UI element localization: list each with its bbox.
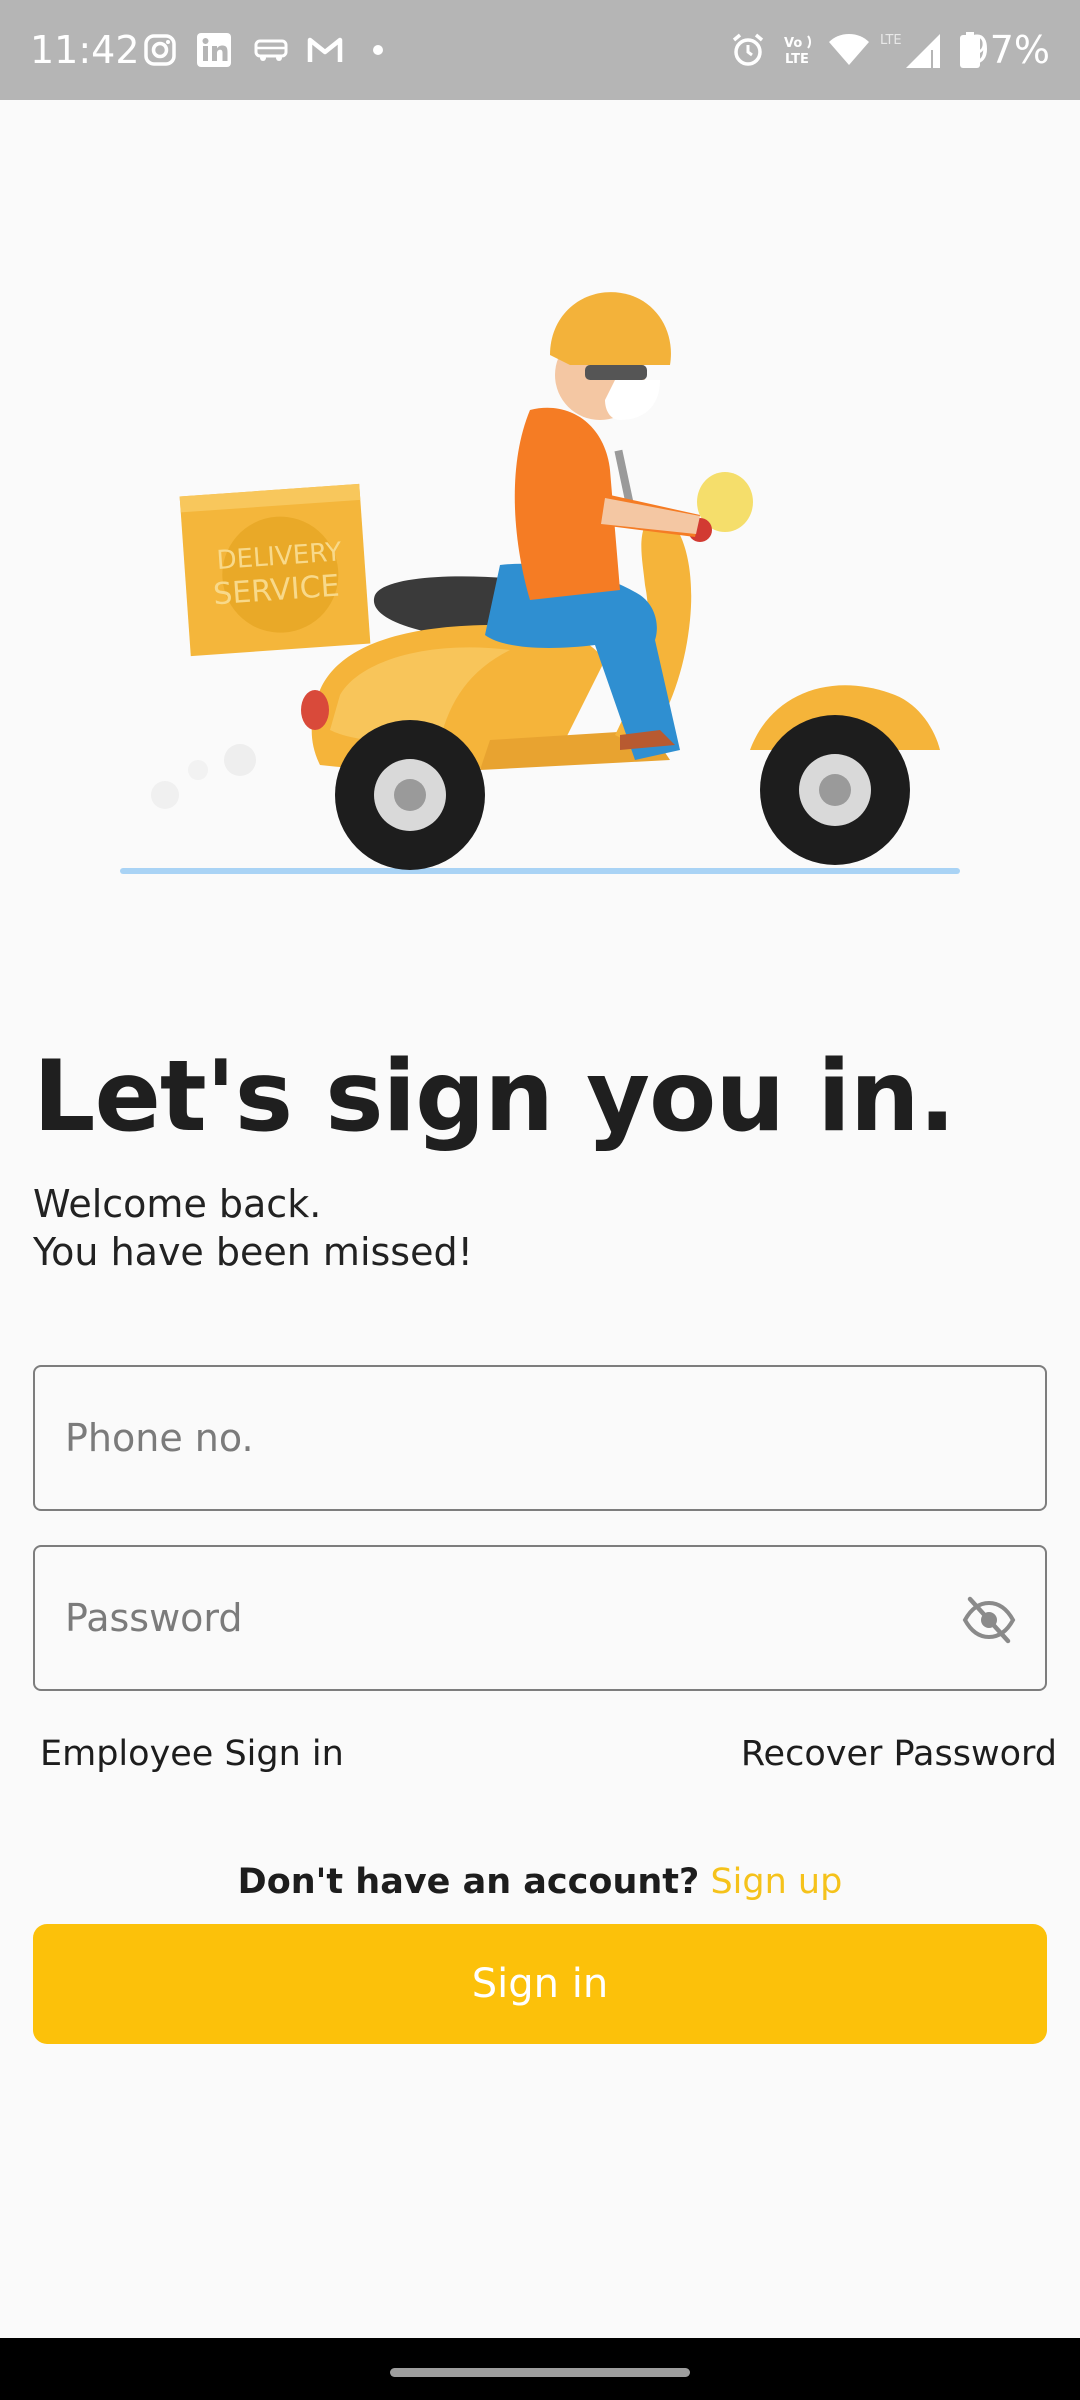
- phone-field[interactable]: [33, 1365, 1047, 1511]
- visibility-off-icon[interactable]: [961, 1592, 1017, 1648]
- navigation-bar: [0, 2338, 1080, 2400]
- signup-prefix: Don't have an account?: [237, 1862, 700, 1902]
- sign-in-button[interactable]: Sign in: [33, 1924, 1047, 2044]
- svg-text:Vo: Vo: [784, 36, 802, 51]
- status-time: 11:42: [30, 28, 140, 72]
- signup-prompt: Don't have an account? Sign up: [0, 1862, 1080, 1902]
- delivery-scooter-illustration: DELIVERY SERVICE: [110, 240, 970, 890]
- subtitle-line1: Welcome back.: [33, 1182, 322, 1226]
- password-input[interactable]: [65, 1547, 945, 1689]
- subtitle-line2: You have been missed!: [33, 1230, 473, 1274]
- page-title: Let's sign you in.: [33, 1040, 956, 1154]
- status-bar: 11:42 Vo LTE LTE 97%: [0, 0, 1080, 100]
- linkedin-icon: [194, 30, 234, 70]
- volte-icon: Vo LTE: [780, 30, 820, 70]
- employee-sign-in-link[interactable]: Employee Sign in: [40, 1734, 344, 1774]
- svg-text:LTE: LTE: [785, 52, 809, 67]
- recover-password-link[interactable]: Recover Password: [741, 1734, 1057, 1774]
- dot-icon: [370, 30, 386, 70]
- battery-percent: 97%: [965, 28, 1050, 72]
- delivery-box: DELIVERY SERVICE: [179, 483, 371, 657]
- sign-up-link[interactable]: Sign up: [710, 1862, 842, 1902]
- subtitle: Welcome back. You have been missed!: [33, 1180, 473, 1276]
- bus-icon: [250, 30, 292, 70]
- phone-input[interactable]: [65, 1367, 945, 1509]
- alarm-icon: [728, 30, 768, 70]
- home-indicator[interactable]: [390, 2368, 690, 2377]
- svg-text:LTE: LTE: [880, 33, 902, 48]
- lte-signal-icon: LTE: [876, 30, 946, 70]
- gmail-icon: [304, 30, 346, 70]
- wifi-icon: [826, 30, 872, 70]
- instagram-icon: [140, 30, 180, 70]
- password-field[interactable]: [33, 1545, 1047, 1691]
